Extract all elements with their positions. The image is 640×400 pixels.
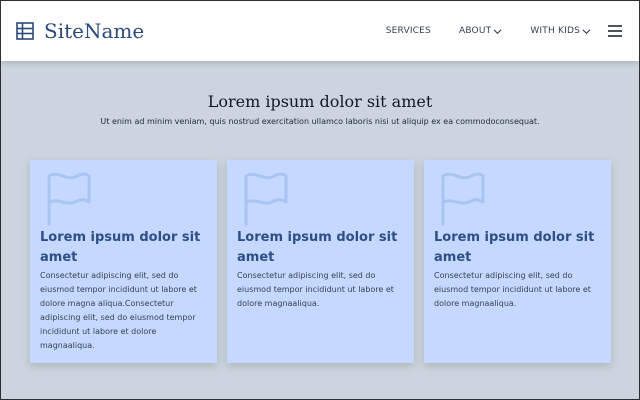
card-body: Consectetur adipiscing elit, sed do eius… bbox=[40, 271, 197, 350]
site-header: SiteName SERVICES ABOUT WITH KIDS bbox=[1, 1, 639, 61]
feature-card: Lorem ipsum dolor sit amet Consectetur a… bbox=[30, 160, 217, 363]
hamburger-menu-icon[interactable] bbox=[607, 24, 623, 38]
nav-services-label: SERVICES bbox=[385, 26, 431, 36]
feature-card: Lorem ipsum dolor sit amet Consectetur a… bbox=[227, 160, 414, 363]
nav-with-kids[interactable]: WITH KIDS bbox=[530, 26, 591, 36]
card-body: Consectetur adipiscing elit, sed do eius… bbox=[237, 271, 394, 308]
card-body: Consectetur adipiscing elit, sed do eius… bbox=[434, 271, 591, 308]
hero-section: Lorem ipsum dolor sit amet Ut enim ad mi… bbox=[0, 92, 640, 126]
nav-with-kids-label: WITH KIDS bbox=[530, 26, 580, 36]
hero-title: Lorem ipsum dolor sit amet bbox=[207, 92, 433, 111]
nav-services[interactable]: SERVICES bbox=[386, 26, 431, 36]
chevron-down-icon bbox=[493, 28, 502, 34]
flag-icon bbox=[441, 172, 485, 226]
grid-icon bbox=[16, 22, 34, 40]
main-nav: SERVICES ABOUT WITH KIDS bbox=[386, 24, 623, 38]
nav-about[interactable]: ABOUT bbox=[459, 26, 502, 36]
hero-subtitle: Ut enim ad minim veniam, quis nostrud ex… bbox=[100, 117, 540, 126]
chevron-down-icon bbox=[582, 28, 591, 34]
feature-card: Lorem ipsum dolor sit amet Consectetur a… bbox=[424, 160, 611, 363]
nav-about-label: ABOUT bbox=[458, 26, 492, 36]
brand-name: SiteName bbox=[44, 19, 145, 43]
flag-icon bbox=[47, 172, 91, 226]
feature-cards: Lorem ipsum dolor sit amet Consectetur a… bbox=[30, 160, 611, 363]
flag-icon bbox=[244, 172, 288, 226]
brand-link[interactable]: SiteName bbox=[16, 19, 144, 43]
